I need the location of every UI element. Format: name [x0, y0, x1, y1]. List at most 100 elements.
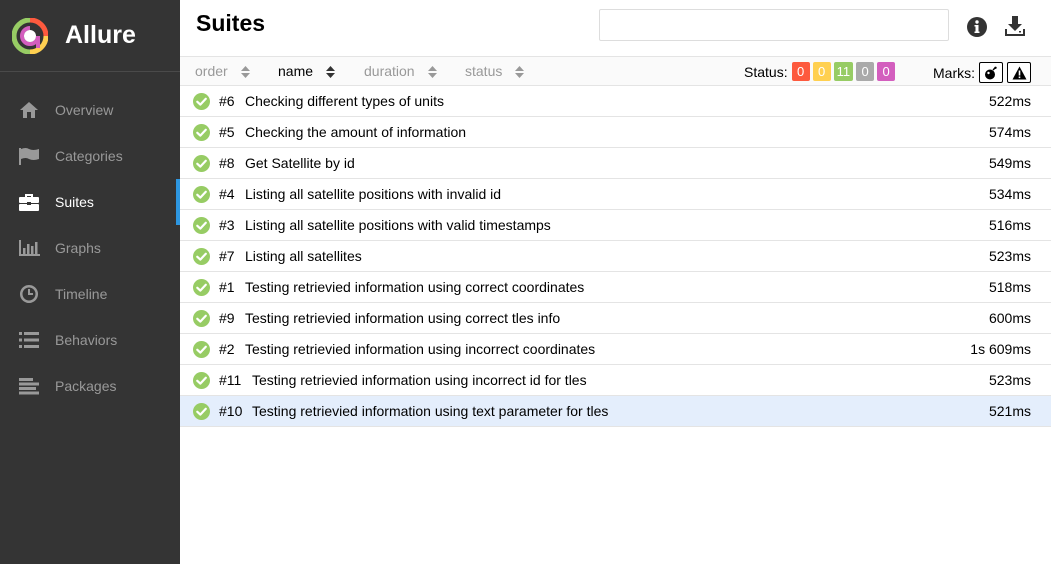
- passed-check-icon: [193, 217, 210, 234]
- sidebar-item-label: Timeline: [55, 286, 108, 302]
- sidebar: Allure Overview Categories Suites Graphs Tim…: [0, 0, 180, 564]
- status-filter-label: Status:: [744, 63, 788, 80]
- test-duration: 523ms: [988, 248, 1031, 264]
- test-duration: 523ms: [988, 372, 1031, 388]
- test-list: #6 Checking different types of units 522ms…: [180, 86, 1051, 427]
- test-order-number: #11: [219, 372, 242, 388]
- test-row[interactable]: #3 Listing all satellite positions with v…: [180, 210, 1051, 241]
- test-name: Get Satellite by id: [245, 155, 355, 171]
- sort-order-label: order: [195, 63, 228, 79]
- sidebar-item-label: Overview: [55, 102, 114, 118]
- test-row[interactable]: #2 Testing retrievied information using i…: [180, 334, 1051, 365]
- sort-status[interactable]: status: [465, 63, 525, 79]
- flag-icon: [18, 145, 40, 167]
- clock-icon: [18, 283, 40, 305]
- test-order-number: #4: [219, 186, 235, 202]
- sidebar-item-categories[interactable]: Categories: [0, 133, 180, 179]
- test-row[interactable]: #9 Testing retrievied information using c…: [180, 303, 1051, 334]
- test-row[interactable]: #7 Listing all satellites 523ms: [180, 241, 1051, 272]
- sidebar-item-graphs[interactable]: Graphs: [0, 225, 180, 271]
- test-duration: 521ms: [988, 403, 1031, 419]
- brand-name: Allure: [65, 21, 136, 49]
- test-order-number: #9: [219, 310, 235, 326]
- page-title: Suites: [196, 10, 266, 36]
- flaky-mark-button[interactable]: [979, 62, 1003, 83]
- status-count-pill[interactable]: 0: [812, 62, 831, 81]
- warning-icon: [1012, 66, 1026, 79]
- sort-caret-icon: [240, 65, 250, 78]
- sort-caret-icon: [427, 65, 437, 78]
- logo-row[interactable]: Allure: [0, 0, 180, 72]
- download-icon[interactable]: [1003, 14, 1027, 38]
- sidebar-item-behaviors[interactable]: Behaviors: [0, 317, 180, 363]
- test-row[interactable]: #6 Checking different types of units 522ms: [180, 86, 1051, 117]
- passed-check-icon: [193, 279, 210, 296]
- passed-check-icon: [193, 124, 210, 141]
- marks-filter-label: Marks:: [933, 64, 975, 81]
- test-row[interactable]: #1 Testing retrievied information using c…: [180, 272, 1051, 303]
- test-row[interactable]: #4 Listing all satellite positions with i…: [180, 179, 1051, 210]
- test-name: Testing retrievied information using tex…: [252, 403, 609, 419]
- app: Allure Overview Categories Suites Graphs Tim…: [0, 0, 1051, 564]
- test-duration: 534ms: [988, 186, 1031, 202]
- test-name: Checking different types of units: [245, 93, 444, 109]
- sidebar-item-label: Suites: [55, 194, 94, 210]
- test-order-number: #7: [219, 248, 235, 264]
- test-row[interactable]: #10 Testing retrievied information using …: [180, 396, 1051, 427]
- test-row[interactable]: #11 Testing retrievied information using …: [180, 365, 1051, 396]
- test-name: Testing retrievied information using cor…: [245, 310, 561, 326]
- bomb-icon: [985, 66, 997, 79]
- sort-duration[interactable]: duration: [364, 63, 437, 79]
- passed-check-icon: [193, 310, 210, 327]
- sort-caret-icon: [326, 65, 336, 78]
- sidebar-nav: Overview Categories Suites Graphs Timeline Be…: [0, 72, 180, 409]
- status-filter: Status: 0 0 11 0 0: [744, 62, 898, 81]
- passed-check-icon: [193, 372, 210, 389]
- sidebar-item-suites[interactable]: Suites: [0, 179, 180, 225]
- sort-header: order name duration status Status: 0 0 11 0…: [180, 56, 1051, 86]
- sidebar-item-label: Categories: [55, 148, 123, 164]
- sort-name[interactable]: name: [278, 63, 336, 79]
- test-row[interactable]: #5 Checking the amount of information 574m…: [180, 117, 1051, 148]
- sidebar-item-timeline[interactable]: Timeline: [0, 271, 180, 317]
- test-name: Testing retrievied information using inc…: [245, 341, 596, 357]
- passed-check-icon: [193, 93, 210, 110]
- bar-chart-icon: [18, 237, 40, 259]
- passed-check-icon: [193, 403, 210, 420]
- info-icon[interactable]: [966, 16, 988, 38]
- list-icon: [18, 329, 40, 351]
- test-name: Listing all satellite positions with inv…: [245, 186, 502, 202]
- align-left-icon: [18, 375, 40, 397]
- test-name: Listing all satellite positions with val…: [245, 217, 551, 233]
- status-count-pill[interactable]: 11: [833, 62, 854, 81]
- sidebar-item-label: Packages: [55, 378, 117, 394]
- sort-status-label: status: [465, 63, 503, 79]
- search-input[interactable]: [599, 9, 949, 41]
- sort-caret-icon: [515, 65, 525, 78]
- test-row[interactable]: #8 Get Satellite by id 549ms: [180, 148, 1051, 179]
- test-name: Listing all satellites: [245, 248, 362, 264]
- passed-check-icon: [193, 186, 210, 203]
- test-name: Checking the amount of information: [245, 124, 467, 140]
- test-order-number: #3: [219, 217, 235, 233]
- test-duration: 600ms: [988, 310, 1031, 326]
- sidebar-item-overview[interactable]: Overview: [0, 87, 180, 133]
- test-duration: 518ms: [988, 279, 1031, 295]
- new-failed-mark-button[interactable]: [1007, 62, 1031, 83]
- home-icon: [18, 99, 40, 121]
- status-count-pill[interactable]: 0: [791, 62, 810, 81]
- test-order-number: #2: [219, 341, 235, 357]
- test-order-number: #5: [219, 124, 235, 140]
- sidebar-item-packages[interactable]: Packages: [0, 363, 180, 409]
- test-order-number: #10: [219, 403, 243, 419]
- sidebar-item-label: Behaviors: [55, 332, 118, 348]
- sort-order[interactable]: order: [195, 63, 250, 79]
- test-duration: 549ms: [988, 155, 1031, 171]
- passed-check-icon: [193, 248, 210, 265]
- test-order-number: #8: [219, 155, 235, 171]
- passed-check-icon: [193, 341, 210, 358]
- status-count-pill[interactable]: 0: [856, 62, 875, 81]
- status-count-pill[interactable]: 0: [877, 62, 896, 81]
- test-duration: 574ms: [988, 124, 1031, 140]
- test-order-number: #1: [219, 279, 235, 295]
